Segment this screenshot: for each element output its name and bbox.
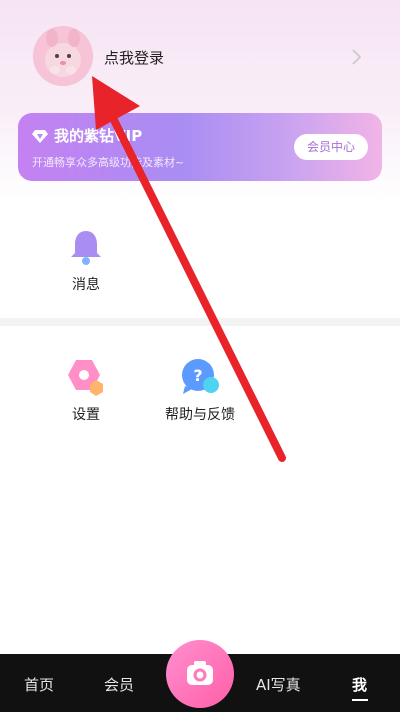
vip-title: 我的紫钻VIP: [54, 127, 143, 145]
vip-card[interactable]: 我的紫钻VIP 开通畅享众多高级功能及素材~ 会员中心: [18, 113, 382, 181]
svg-text:?: ?: [193, 366, 202, 385]
active-tab-indicator: [352, 699, 368, 701]
section-divider: [0, 318, 400, 326]
vip-center-button[interactable]: 会员中心: [294, 134, 368, 160]
vip-subtitle: 开通畅享众多高级功能及素材~: [32, 156, 185, 169]
grid-item-messages[interactable]: 消息: [58, 228, 114, 294]
avatar-bunny-icon: [33, 26, 93, 86]
nav-item-vip[interactable]: 会员: [104, 674, 134, 695]
grid-item-help[interactable]: ? 帮助与反馈: [160, 358, 240, 424]
grid-item-settings[interactable]: 设置: [58, 358, 114, 424]
nav-item-ai-photo[interactable]: AI写真: [256, 674, 301, 695]
camera-button[interactable]: [166, 640, 234, 708]
help-bubble-icon: ?: [182, 359, 219, 394]
bell-icon: [71, 231, 101, 265]
grid-item-label: 帮助与反馈: [165, 407, 235, 423]
grid-item-label: 设置: [72, 407, 100, 423]
login-prompt[interactable]: 点我登录: [104, 47, 164, 68]
nav-item-me[interactable]: 我: [352, 674, 367, 695]
avatar[interactable]: [33, 26, 93, 86]
settings-hexagon-icon: [68, 360, 103, 396]
diamond-icon: [32, 130, 48, 143]
camera-icon: [187, 661, 213, 685]
grid-item-label: 消息: [72, 277, 100, 293]
nav-item-home[interactable]: 首页: [24, 674, 54, 695]
chevron-right-icon[interactable]: [348, 48, 364, 66]
